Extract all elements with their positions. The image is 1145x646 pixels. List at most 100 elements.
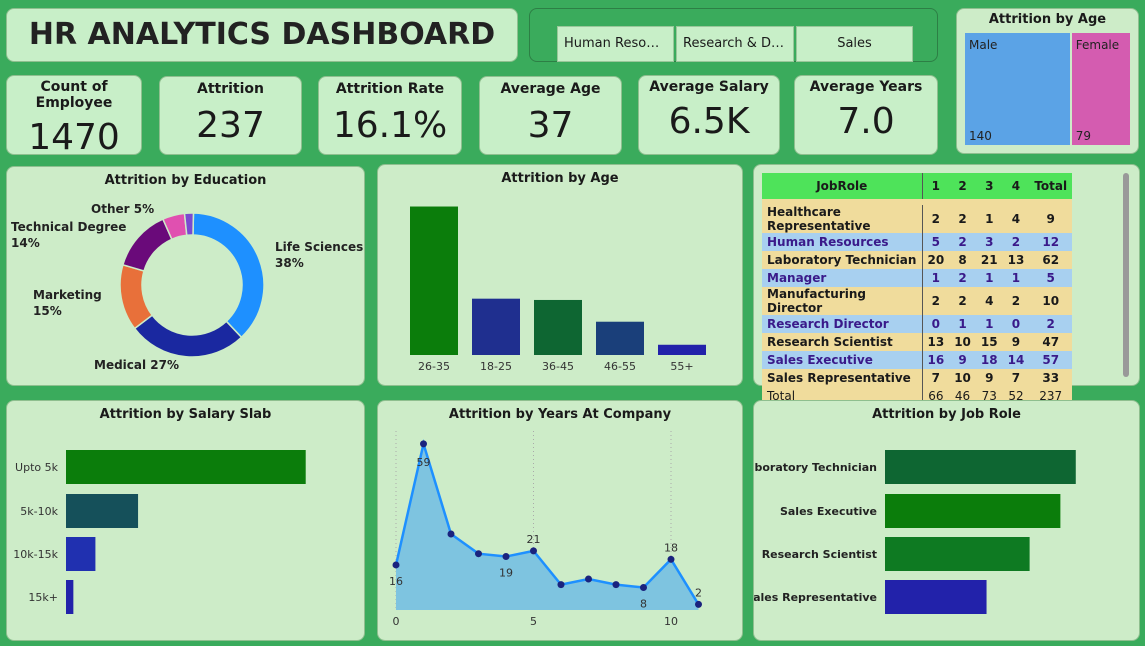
age-bar-36-45[interactable] bbox=[534, 299, 582, 355]
kpi-value: 6.5K bbox=[668, 101, 750, 142]
page-title: HR ANALYTICS DASHBOARD bbox=[28, 17, 496, 52]
age-bar-26-35[interactable] bbox=[410, 206, 458, 355]
jobrole-bar-3[interactable] bbox=[885, 580, 987, 614]
age-tick-label: 46-55 bbox=[604, 360, 636, 373]
table-cell: 7 bbox=[921, 369, 950, 387]
table-cell: 2 bbox=[1002, 233, 1030, 251]
table-cell: 2 bbox=[1002, 287, 1030, 315]
donut-slice-marketing[interactable] bbox=[119, 263, 154, 330]
salary-bar-2[interactable] bbox=[66, 537, 96, 571]
years-point[interactable] bbox=[695, 600, 702, 608]
age-tick-label: 18-25 bbox=[480, 360, 512, 373]
kpi-label: Average Salary bbox=[649, 79, 769, 95]
years-point[interactable] bbox=[640, 583, 647, 591]
years-tick-label: 0 bbox=[393, 615, 400, 628]
years-point[interactable] bbox=[585, 575, 592, 583]
table-cell: 9 bbox=[1029, 205, 1073, 233]
table-cell: 0 bbox=[921, 315, 950, 333]
years-data-label: 8 bbox=[640, 597, 647, 610]
slicer-button-sales[interactable]: Sales bbox=[796, 26, 913, 62]
jobrole-table: JobRole 1 2 3 4 Total Healthcare Representativ… bbox=[762, 173, 1073, 405]
years-point[interactable] bbox=[557, 581, 565, 589]
kpi-value: 16.1% bbox=[332, 105, 448, 146]
table-row: Sales Representative 7 10 9 7 33 bbox=[762, 369, 1073, 387]
salary-bar-0[interactable] bbox=[66, 450, 306, 484]
table-cell: 2 bbox=[921, 287, 950, 315]
table-cell: 7 bbox=[1002, 369, 1030, 387]
kpi-label: Average Age bbox=[500, 81, 601, 97]
salary-tick-label: 5k-10k bbox=[20, 505, 58, 518]
table-cell: 9 bbox=[1002, 333, 1030, 351]
kpi-label: Attrition bbox=[197, 81, 264, 97]
table-cell: 1 bbox=[1002, 269, 1030, 287]
age-bar-18-25[interactable] bbox=[472, 298, 520, 355]
jobrole-bar-0[interactable] bbox=[885, 450, 1076, 484]
table-cell: 2 bbox=[1029, 315, 1073, 333]
kpi-label: Average Years bbox=[809, 79, 923, 95]
table-cell: 1 bbox=[975, 315, 1003, 333]
jobrole-bar-1[interactable] bbox=[885, 494, 1061, 528]
years-point[interactable] bbox=[667, 555, 675, 563]
table-header-cell[interactable]: 4 bbox=[1002, 173, 1030, 199]
table-header-cell[interactable]: Total bbox=[1029, 173, 1073, 199]
years-point[interactable] bbox=[447, 530, 455, 538]
treemap-tile-male[interactable]: Male 140 bbox=[965, 33, 1070, 145]
table-header-cell[interactable]: 3 bbox=[975, 173, 1003, 199]
table-header-cell[interactable]: JobRole bbox=[762, 173, 922, 199]
kpi-label: Count of Employee bbox=[35, 79, 113, 111]
table-row: Sales Executive 16 9 18 14 57 bbox=[762, 351, 1073, 369]
table-cell: 18 bbox=[975, 351, 1003, 369]
age-bar-55+[interactable] bbox=[658, 344, 706, 355]
jobrole-matrix: JobRole 1 2 3 4 Total Healthcare Representativ… bbox=[762, 173, 1073, 405]
table-cell: Manufacturing Director bbox=[762, 287, 922, 315]
table-cell: 16 bbox=[921, 351, 950, 369]
table-cell: 2 bbox=[949, 287, 976, 315]
slicer-button-rnd[interactable]: Research & De... bbox=[676, 26, 794, 62]
table-cell: 20 bbox=[921, 251, 950, 269]
table-cell: 4 bbox=[1002, 205, 1030, 233]
years-point[interactable] bbox=[475, 550, 482, 558]
years-point[interactable] bbox=[420, 440, 427, 448]
age-tick-label: 26-35 bbox=[418, 360, 450, 373]
table-row: Human Resources 5 2 3 2 12 bbox=[762, 233, 1073, 251]
donut-slice-medical[interactable] bbox=[133, 314, 243, 358]
donut-slice-technical-degree[interactable] bbox=[121, 218, 173, 272]
table-cell: 9 bbox=[975, 369, 1003, 387]
table-cell: 1 bbox=[949, 315, 976, 333]
salary-bar-3[interactable] bbox=[66, 580, 74, 614]
kpi-value: 237 bbox=[196, 105, 265, 146]
table-scrollbar[interactable] bbox=[1123, 173, 1129, 377]
donut-slice-life-sciences[interactable] bbox=[192, 212, 265, 339]
years-point[interactable] bbox=[502, 553, 510, 561]
table-cell: 1 bbox=[975, 205, 1003, 233]
table-cell: 5 bbox=[1029, 269, 1073, 287]
kpi-value: 37 bbox=[527, 105, 574, 146]
years-point[interactable] bbox=[612, 581, 620, 589]
salary-tick-label: 10k-15k bbox=[13, 548, 58, 561]
table-header-cell[interactable]: 1 bbox=[921, 173, 950, 199]
years-point[interactable] bbox=[392, 561, 400, 569]
table-cell: Sales Executive bbox=[762, 351, 922, 369]
donut-data-label: Medical 27% bbox=[94, 358, 179, 372]
table-cell: Healthcare Representative bbox=[762, 205, 922, 233]
jobrole-tick-label: Research Scientist bbox=[762, 548, 877, 561]
salary-bar-1[interactable] bbox=[66, 494, 139, 528]
table-row: Manager 1 2 1 1 5 bbox=[762, 269, 1073, 287]
years-data-label: 16 bbox=[389, 575, 403, 588]
jobrole-tick-label: Laboratory Technician bbox=[754, 461, 877, 474]
table-cell: 14 bbox=[1002, 351, 1030, 369]
years-data-label: 21 bbox=[527, 533, 541, 546]
kpi-average-years: Average Years 7.0 bbox=[794, 75, 938, 155]
years-point[interactable] bbox=[530, 547, 537, 555]
slicer-button-hr[interactable]: Human Resour... bbox=[557, 26, 674, 62]
table-cell: 33 bbox=[1029, 369, 1073, 387]
jobrole-bar-2[interactable] bbox=[885, 537, 1030, 571]
table-header-cell[interactable]: 2 bbox=[949, 173, 976, 199]
table-cell: 0 bbox=[1002, 315, 1030, 333]
donut-slice-human-resources[interactable] bbox=[183, 212, 195, 237]
treemap-tile-female[interactable]: Female 79 bbox=[1071, 33, 1130, 145]
jobrole-matrix-panel: JobRole 1 2 3 4 Total Healthcare Representativ… bbox=[753, 164, 1140, 405]
table-cell: 2 bbox=[921, 205, 950, 233]
education-donut-chart: Life Sciences 38% Medical 27% Marketing 15% T… bbox=[11, 202, 363, 372]
age-bar-46-55[interactable] bbox=[596, 321, 644, 355]
